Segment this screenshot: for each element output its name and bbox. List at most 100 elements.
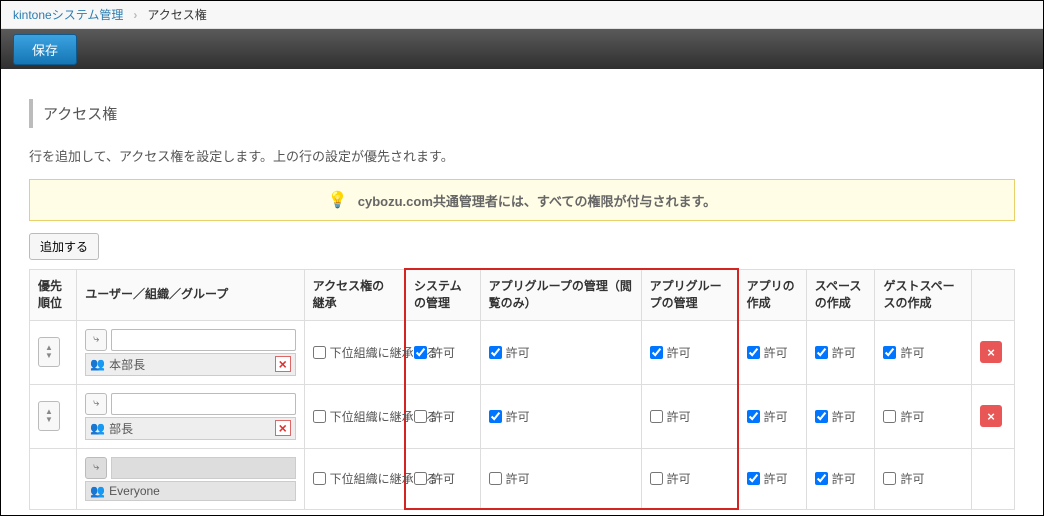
org-name-label: Everyone xyxy=(109,484,291,498)
org-name-label: 本部長 xyxy=(109,356,271,373)
inherit-checkbox-label[interactable]: 下位組織に継承する xyxy=(313,344,396,361)
checkbox-text: 許可 xyxy=(832,408,856,425)
header-inherit: アクセス権の継承 xyxy=(304,269,405,320)
checkbox-text: 許可 xyxy=(900,344,924,361)
breadcrumb: kintoneシステム管理 アクセス権 xyxy=(1,1,1043,29)
checkbox-text: 許可 xyxy=(431,470,455,487)
users-icon: 👥 xyxy=(90,357,105,371)
appgroup_manage-checkbox-label[interactable]: 許可 xyxy=(650,408,729,425)
system-checkbox[interactable] xyxy=(414,472,427,485)
space_create-checkbox-label[interactable]: 許可 xyxy=(815,470,867,487)
save-button[interactable]: 保存 xyxy=(13,34,77,65)
space_create-checkbox[interactable] xyxy=(815,472,828,485)
appgroup_view-checkbox[interactable] xyxy=(489,472,502,485)
guest_create-checkbox[interactable] xyxy=(883,472,896,485)
checkbox-text: 許可 xyxy=(431,408,455,425)
add-row-button[interactable]: 追加する xyxy=(29,233,99,260)
table-row: ▲▼⤷👥本部長×下位組織に継承する許可許可許可許可許可許可× xyxy=(30,320,1015,384)
user-search-input[interactable] xyxy=(111,393,295,415)
system-checkbox-label[interactable]: 許可 xyxy=(414,344,472,361)
checkbox-text: 許可 xyxy=(506,408,530,425)
remove-org-button[interactable]: × xyxy=(275,420,291,436)
space_create-checkbox-label[interactable]: 許可 xyxy=(815,344,867,361)
app_create-checkbox-label[interactable]: 許可 xyxy=(747,470,798,487)
appgroup_view-checkbox-label[interactable]: 許可 xyxy=(489,408,633,425)
app_create-checkbox-label[interactable]: 許可 xyxy=(747,344,798,361)
org-tree-icon[interactable]: ⤷ xyxy=(85,329,107,351)
header-priority: 優先順位 xyxy=(30,269,77,320)
checkbox-text: 許可 xyxy=(667,344,691,361)
appgroup_manage-checkbox[interactable] xyxy=(650,346,663,359)
table-row: ▲▼⤷👥部長×下位組織に継承する許可許可許可許可許可許可× xyxy=(30,384,1015,448)
appgroup_manage-checkbox-label[interactable]: 許可 xyxy=(650,344,729,361)
system-checkbox[interactable] xyxy=(414,346,427,359)
user-readonly-field xyxy=(111,457,295,479)
permissions-table: 優先順位 ユーザー／組織／グループ アクセス権の継承 システムの管理 アプリグル… xyxy=(29,268,1015,510)
header-appgroup-manage: アプリグループの管理 xyxy=(641,269,738,320)
breadcrumb-root-link[interactable]: kintoneシステム管理 xyxy=(13,6,123,23)
notice-text: cybozu.com共通管理者には、すべての権限が付与されます。 xyxy=(358,191,716,210)
inherit-checkbox[interactable] xyxy=(313,410,326,423)
checkbox-text: 許可 xyxy=(667,470,691,487)
guest_create-checkbox-label[interactable]: 許可 xyxy=(883,344,963,361)
app_create-checkbox[interactable] xyxy=(747,410,760,423)
inherit-checkbox-label[interactable]: 下位組織に継承する xyxy=(313,470,396,487)
checkbox-text: 許可 xyxy=(832,344,856,361)
checkbox-text: 許可 xyxy=(764,408,788,425)
reorder-handle[interactable]: ▲▼ xyxy=(38,401,60,431)
user-search-input[interactable] xyxy=(111,329,295,351)
appgroup_view-checkbox-label[interactable]: 許可 xyxy=(489,344,633,361)
checkbox-text: 許可 xyxy=(506,470,530,487)
header-appgroup-view: アプリグループの管理（閲覧のみ） xyxy=(480,269,641,320)
checkbox-text: 許可 xyxy=(764,470,788,487)
app_create-checkbox[interactable] xyxy=(747,472,760,485)
org-name-label: 部長 xyxy=(109,420,271,437)
space_create-checkbox[interactable] xyxy=(815,346,828,359)
delete-row-button[interactable]: × xyxy=(980,341,1002,363)
checkbox-text: 許可 xyxy=(832,470,856,487)
reorder-handle[interactable]: ▲▼ xyxy=(38,337,60,367)
remove-org-button[interactable]: × xyxy=(275,356,291,372)
guest_create-checkbox[interactable] xyxy=(883,346,896,359)
org-tree-icon[interactable]: ⤷ xyxy=(85,393,107,415)
inherit-checkbox[interactable] xyxy=(313,472,326,485)
system-checkbox-label[interactable]: 許可 xyxy=(414,408,472,425)
appgroup_manage-checkbox-label[interactable]: 許可 xyxy=(650,470,729,487)
users-icon: 👥 xyxy=(90,421,105,435)
header-space-create: スペースの作成 xyxy=(806,269,875,320)
checkbox-text: 許可 xyxy=(764,344,788,361)
inherit-checkbox-label[interactable]: 下位組織に継承する xyxy=(313,408,396,425)
breadcrumb-current: アクセス権 xyxy=(147,6,206,23)
appgroup_manage-checkbox[interactable] xyxy=(650,410,663,423)
system-checkbox-label[interactable]: 許可 xyxy=(414,470,472,487)
space_create-checkbox-label[interactable]: 許可 xyxy=(815,408,867,425)
system-checkbox[interactable] xyxy=(414,410,427,423)
delete-row-button[interactable]: × xyxy=(980,405,1002,427)
page-title: アクセス権 xyxy=(29,99,1015,128)
chevron-down-icon: ▼ xyxy=(45,352,53,360)
checkbox-text: 許可 xyxy=(431,344,455,361)
table-header-row: 優先順位 ユーザー／組織／グループ アクセス権の継承 システムの管理 アプリグル… xyxy=(30,269,1015,320)
guest_create-checkbox[interactable] xyxy=(883,410,896,423)
header-system: システムの管理 xyxy=(405,269,480,320)
notice-banner: 💡 cybozu.com共通管理者には、すべての権限が付与されます。 xyxy=(29,179,1015,221)
header-app-create: アプリの作成 xyxy=(738,269,807,320)
space_create-checkbox[interactable] xyxy=(815,410,828,423)
org-tree-icon: ⤷ xyxy=(85,457,107,479)
appgroup_view-checkbox[interactable] xyxy=(489,410,502,423)
header-delete xyxy=(972,269,1015,320)
users-icon: 👥 xyxy=(90,484,105,498)
table-row: ⤷ 👥 Everyone 下位組織に継承する 許可 許可 許可 許可 許可 許可 xyxy=(30,448,1015,509)
appgroup_view-checkbox-label[interactable]: 許可 xyxy=(489,470,633,487)
inherit-checkbox[interactable] xyxy=(313,346,326,359)
guest_create-checkbox-label[interactable]: 許可 xyxy=(883,408,963,425)
app_create-checkbox-label[interactable]: 許可 xyxy=(747,408,798,425)
appgroup_view-checkbox[interactable] xyxy=(489,346,502,359)
header-user: ユーザー／組織／グループ xyxy=(77,269,304,320)
action-bar: 保存 xyxy=(1,29,1043,69)
app_create-checkbox[interactable] xyxy=(747,346,760,359)
breadcrumb-separator-icon xyxy=(133,8,137,22)
guest_create-checkbox-label[interactable]: 許可 xyxy=(883,470,963,487)
appgroup_manage-checkbox[interactable] xyxy=(650,472,663,485)
lightbulb-icon: 💡 xyxy=(328,190,348,210)
